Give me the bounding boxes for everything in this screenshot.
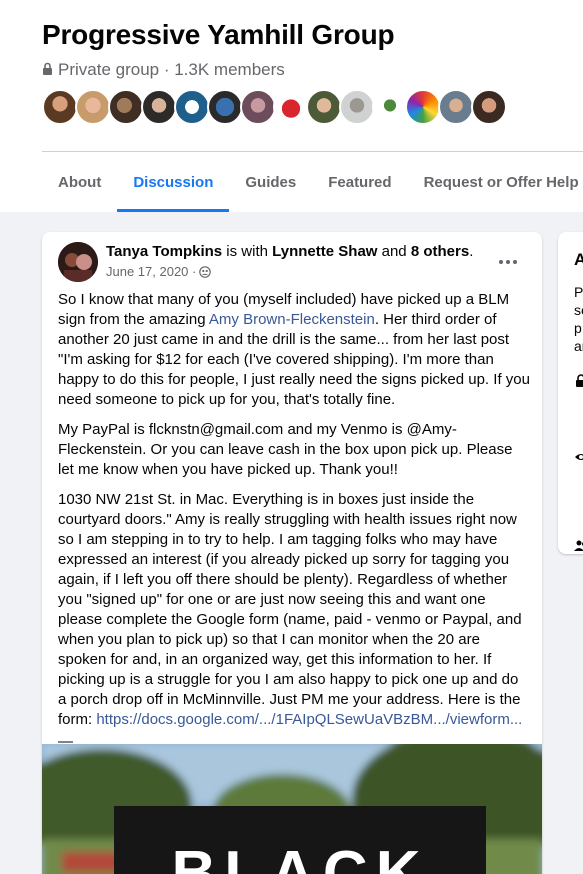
- member-avatar[interactable]: [438, 89, 474, 125]
- group-meta-text: Private group · 1.3K members: [58, 60, 285, 79]
- image-sign-text: BLACK: [172, 839, 429, 874]
- member-avatar[interactable]: [240, 89, 276, 125]
- tagged-others[interactable]: 8 others: [411, 243, 469, 260]
- member-avatar[interactable]: [174, 89, 210, 125]
- post-body: So I know that many of you (myself inclu…: [58, 290, 530, 752]
- member-avatar[interactable]: [471, 89, 507, 125]
- members-icon: [574, 540, 583, 551]
- about-card: A P se p ar: [558, 232, 583, 554]
- post-paragraph: My PayPal is flcknstn@gmail.com and my V…: [58, 421, 513, 478]
- and-text: and: [377, 243, 411, 260]
- tab-guides[interactable]: Guides: [229, 152, 312, 212]
- post-author[interactable]: Tanya Tompkins: [106, 243, 222, 260]
- tab-discussion[interactable]: Discussion: [117, 152, 230, 212]
- post-text-segment: 1030 NW 21st St. in Mac. Everything is i…: [58, 491, 522, 728]
- about-card-text: ar: [574, 338, 583, 354]
- group-name[interactable]: Progressive Yamhill Group: [42, 19, 395, 51]
- member-avatar[interactable]: [75, 89, 111, 125]
- with-text: is with: [222, 243, 273, 260]
- member-avatar[interactable]: [405, 89, 441, 125]
- eye-icon: [575, 454, 583, 460]
- about-card-title: A: [574, 250, 583, 269]
- member-avatar[interactable]: [273, 89, 309, 125]
- lock-icon: [43, 62, 52, 75]
- post-paragraph: So I know that many of you (myself inclu…: [58, 290, 530, 410]
- member-avatars[interactable]: [42, 89, 507, 125]
- member-avatar[interactable]: [108, 89, 144, 125]
- about-card-text: se: [574, 302, 583, 318]
- tagged-person[interactable]: Lynnette Shaw: [272, 243, 377, 260]
- post-image[interactable]: BLACK: [42, 744, 542, 874]
- group-audience-icon: [199, 265, 212, 278]
- group-tabs: About Discussion Guides Featured Request…: [42, 152, 583, 212]
- more-dots-icon: [499, 260, 503, 264]
- member-avatar[interactable]: [339, 89, 375, 125]
- mention-link[interactable]: Amy Brown-Fleckenstein: [209, 311, 375, 328]
- member-avatar[interactable]: [141, 89, 177, 125]
- member-avatar[interactable]: [306, 89, 342, 125]
- group-meta: Private group · 1.3K members: [42, 60, 285, 80]
- member-avatar[interactable]: [207, 89, 243, 125]
- lock-icon: [576, 374, 583, 387]
- group-header: Progressive Yamhill Group Private group …: [0, 0, 583, 212]
- member-avatar[interactable]: [372, 89, 408, 125]
- post-date[interactable]: June 17, 2020 ·: [106, 264, 196, 279]
- post-header: Tanya Tompkins is with Lynnette Shaw and…: [106, 243, 473, 260]
- post-paragraph: 1030 NW 21st St. in Mac. Everything is i…: [58, 490, 530, 730]
- tab-featured[interactable]: Featured: [312, 152, 407, 212]
- form-link[interactable]: https://docs.google.com/.../1FAIpQLSewUa…: [96, 711, 522, 728]
- post-meta: June 17, 2020 ·: [106, 264, 212, 279]
- post-card: Tanya Tompkins is with Lynnette Shaw and…: [42, 232, 542, 874]
- period-text: .: [469, 243, 474, 260]
- about-card-text: P: [574, 284, 583, 300]
- author-avatar[interactable]: [58, 242, 98, 282]
- member-avatar[interactable]: [42, 89, 78, 125]
- tab-request-help[interactable]: Request or Offer Help: [408, 152, 583, 212]
- about-card-text: p: [574, 320, 582, 336]
- tab-about[interactable]: About: [42, 152, 117, 212]
- more-options-button[interactable]: [494, 248, 522, 276]
